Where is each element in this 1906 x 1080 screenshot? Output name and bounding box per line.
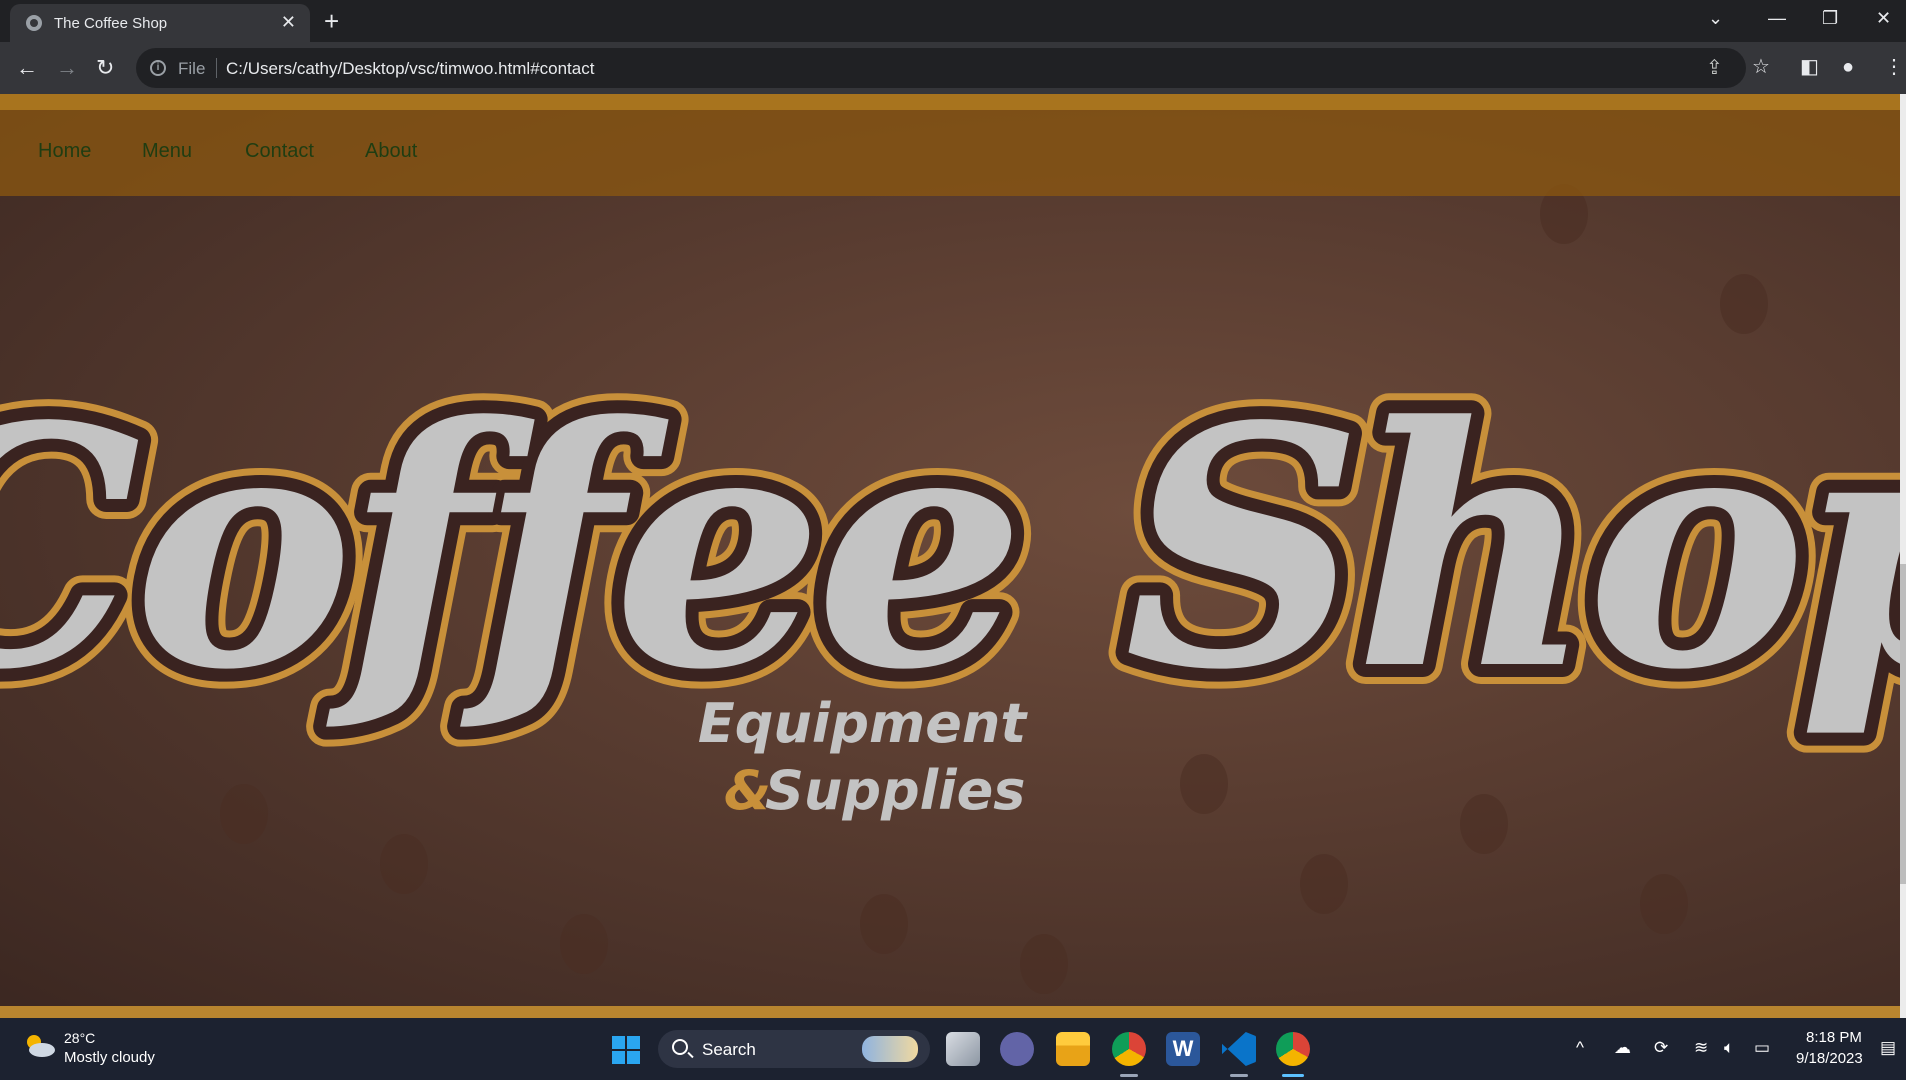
coffee-bean-decoration: [1020, 934, 1068, 994]
url-text[interactable]: C:/Users/cathy/Desktop/vsc/timwoo.html#c…: [226, 59, 594, 79]
volume-icon[interactable]: 🔈︎: [1724, 1038, 1734, 1058]
logo-subtitle-supplies: Supplies: [765, 759, 1025, 822]
tab-title: The Coffee Shop: [54, 15, 168, 32]
browser-tab[interactable]: The Coffee Shop ✕: [10, 4, 310, 42]
logo-subtitle-equipment: Equipment: [698, 692, 1028, 755]
teams-chat-icon[interactable]: [1000, 1032, 1034, 1066]
screen: The Coffee Shop ✕ + ⌄ — ❐ ✕ ← → ↻ i File…: [0, 0, 1906, 1080]
nav-link-about[interactable]: About: [365, 140, 417, 163]
back-icon[interactable]: ←: [16, 56, 38, 80]
globe-favicon-icon: [26, 15, 42, 31]
onedrive-icon[interactable]: ☁: [1614, 1038, 1631, 1058]
share-icon[interactable]: ⇪: [1706, 57, 1723, 79]
profile-icon[interactable]: ●: [1842, 56, 1854, 78]
chrome-icon[interactable]: [1112, 1032, 1146, 1066]
file-explorer-icon[interactable]: [1056, 1032, 1090, 1066]
chrome-active-indicator: [1282, 1074, 1304, 1077]
side-panel-icon[interactable]: ◧: [1800, 56, 1819, 78]
bottom-accent-strip: [0, 1006, 1900, 1018]
weather-description[interactable]: Mostly cloudy: [64, 1049, 155, 1066]
coffee-bean-decoration: [560, 914, 608, 974]
logo-title: Coffee Shop: [0, 354, 1900, 742]
word-icon[interactable]: W: [1166, 1032, 1200, 1066]
browser-tab-bar: The Coffee Shop ✕ + ⌄ — ❐ ✕: [0, 0, 1906, 42]
search-label: Search: [702, 1040, 756, 1059]
top-accent-strip: [0, 94, 1900, 110]
bookmark-star-icon[interactable]: ☆: [1752, 56, 1770, 78]
taskbar-search[interactable]: Search: [658, 1030, 930, 1068]
start-icon[interactable]: [612, 1036, 640, 1064]
windows-taskbar: 28°C Mostly cloudy Search W ^ ☁ ⟳ ≋ 🔈︎ ▭…: [0, 1018, 1906, 1080]
restore-icon[interactable]: ❐: [1822, 8, 1838, 28]
tab-search-icon[interactable]: ⌄: [1708, 8, 1723, 28]
weather-cloud-sun-icon[interactable]: [22, 1032, 56, 1058]
chrome-active-icon[interactable]: [1276, 1032, 1310, 1066]
task-view-icon[interactable]: [946, 1032, 980, 1066]
file-label: File: [178, 59, 206, 78]
web-page: Home Menu Contact About Coffee Shop Coff…: [0, 94, 1906, 1018]
menu-icon[interactable]: ⋮: [1884, 56, 1904, 78]
close-tab-icon[interactable]: ✕: [281, 12, 296, 32]
logo-svg: Coffee Shop Coffee Shop Coffee Shop Equi…: [0, 334, 1906, 822]
search-icon: [672, 1039, 688, 1055]
vscode-icon[interactable]: [1222, 1032, 1256, 1066]
battery-icon[interactable]: ▭: [1754, 1038, 1770, 1058]
sync-icon[interactable]: ⟳: [1654, 1038, 1668, 1058]
address-bar[interactable]: i File C:/Users/cathy/Desktop/vsc/timwoo…: [136, 48, 1746, 88]
omnibox-divider: [216, 58, 217, 78]
info-icon[interactable]: i: [150, 60, 166, 76]
site-navbar: Home Menu Contact About: [0, 110, 1900, 196]
clock-date[interactable]: 9/18/2023: [1796, 1050, 1863, 1067]
scrollbar-thumb[interactable]: [1900, 564, 1906, 884]
search-highlight-icon: [862, 1036, 918, 1062]
tray-overflow-icon[interactable]: ^: [1576, 1038, 1584, 1058]
browser-toolbar: ← → ↻ i File C:/Users/cathy/Desktop/vsc/…: [0, 42, 1906, 94]
coffee-shop-logo: Coffee Shop Coffee Shop Coffee Shop Equi…: [0, 264, 1906, 824]
vscode-running-indicator: [1230, 1074, 1248, 1077]
notification-icon[interactable]: ▤: [1880, 1038, 1896, 1058]
coffee-bean-decoration: [380, 834, 428, 894]
weather-temperature[interactable]: 28°C: [64, 1030, 95, 1046]
nav-link-menu[interactable]: Menu: [142, 140, 192, 163]
new-tab-button[interactable]: +: [324, 6, 339, 36]
forward-icon[interactable]: →: [56, 56, 78, 80]
coffee-bean-decoration: [1300, 854, 1348, 914]
wifi-icon[interactable]: ≋: [1694, 1038, 1708, 1058]
reload-icon[interactable]: ↻: [96, 56, 114, 80]
coffee-bean-decoration: [860, 894, 908, 954]
close-window-icon[interactable]: ✕: [1876, 8, 1891, 28]
chrome-running-indicator: [1120, 1074, 1138, 1077]
nav-link-contact[interactable]: Contact: [245, 140, 314, 163]
page-scrollbar[interactable]: [1900, 94, 1906, 1018]
clock-time[interactable]: 8:18 PM: [1806, 1029, 1862, 1046]
minimize-icon[interactable]: —: [1768, 8, 1786, 28]
coffee-bean-decoration: [1640, 874, 1688, 934]
nav-link-home[interactable]: Home: [38, 140, 91, 163]
